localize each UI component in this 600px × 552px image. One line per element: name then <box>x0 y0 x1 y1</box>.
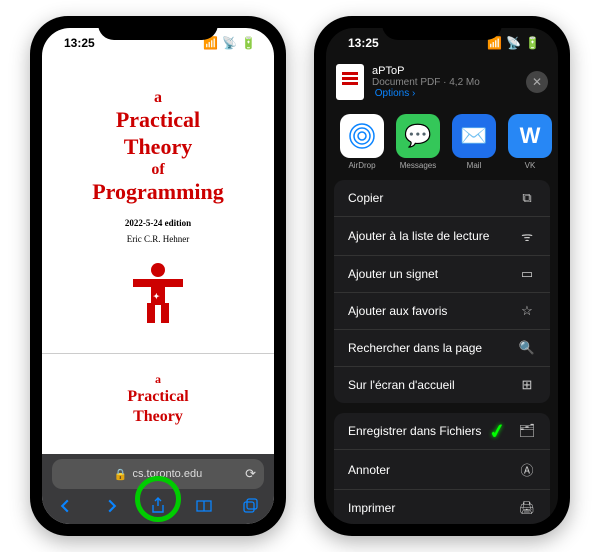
doc-meta: Document PDF · 4,2 Mo <box>372 77 480 88</box>
title-word-of: of <box>42 160 274 179</box>
messages-icon: 💬 <box>396 114 440 158</box>
status-icons: 📶 📡 🔋 <box>203 36 256 50</box>
share-header: aPToP Document PDF · 4,2 Mo Options › ✕ <box>326 58 558 106</box>
action-row[interactable]: Ajouter aux favoris ☆ <box>334 292 550 329</box>
action-icon: ᯤ <box>518 227 536 245</box>
action-row[interactable]: Rechercher dans la page 🔍 <box>334 329 550 366</box>
vk-icon: W <box>508 114 552 158</box>
tabs-button[interactable] <box>240 495 262 517</box>
title-practical: Practical <box>42 107 274 133</box>
action-icon: Ⓐ <box>518 460 536 479</box>
action-icon: ▭ <box>518 266 536 282</box>
mail-icon: ✉️ <box>452 114 496 158</box>
lock-icon: 🔒 <box>114 468 128 481</box>
app-mail[interactable]: ✉️ Mail <box>452 114 496 170</box>
title-word-a: a <box>42 88 274 107</box>
notch <box>98 16 218 40</box>
screen-safari: 13:25 📶 📡 🔋 a Practical Theory of Progra… <box>42 28 274 524</box>
pdf-page-2: a Practical Theory <box>42 353 274 427</box>
app-messages[interactable]: 💬 Messages <box>396 114 440 170</box>
action-icon: ⧉ <box>518 190 536 206</box>
safari-bottom-bar: 🔒 cs.toronto.edu ⟳ <box>42 454 274 524</box>
forward-button[interactable] <box>101 495 123 517</box>
share-button[interactable] <box>147 495 169 517</box>
action-icon: 🔍 <box>518 340 536 356</box>
action-icon: 🗂 <box>518 423 536 439</box>
app-airdrop[interactable]: AirDrop <box>340 114 384 170</box>
action-row[interactable]: Ajouter à la liste de lecture ᯤ <box>334 216 550 255</box>
url-text: cs.toronto.edu <box>132 468 202 480</box>
notch <box>382 16 502 40</box>
title-programming: Programming <box>42 179 274 205</box>
action-label: Enregistrer dans Fichiers <box>348 424 481 438</box>
action-label: Ajouter à la liste de lecture <box>348 229 489 243</box>
title-theory: Theory <box>42 134 274 160</box>
action-label: Ajouter aux favoris <box>348 304 447 318</box>
action-label: Rechercher dans la page <box>348 341 482 355</box>
action-label: Copier <box>348 191 383 205</box>
status-icons: 📶 📡 🔋 <box>487 36 540 50</box>
battery-icon: 🔋 <box>525 36 540 50</box>
action-row[interactable]: Imprimer 🖨 <box>334 489 550 524</box>
wifi-icon: 📡 <box>222 36 237 50</box>
checkmark-annotation: ✓ <box>488 417 508 444</box>
inukshuk-figure: ✦ <box>133 263 183 323</box>
share-apps-row[interactable]: AirDrop 💬 Messages ✉️ Mail W VK <box>326 106 558 180</box>
options-link[interactable]: Options › <box>375 88 416 99</box>
iphone-left: 13:25 📶 📡 🔋 a Practical Theory of Progra… <box>30 16 286 536</box>
action-label: Imprimer <box>348 501 395 515</box>
status-time: 13:25 <box>64 36 95 50</box>
safari-content[interactable]: a Practical Theory of Programming 2022-5… <box>42 58 274 454</box>
action-row[interactable]: Sur l'écran d'accueil ⊞ <box>334 366 550 403</box>
action-icon: ⊞ <box>518 377 536 393</box>
actions-group-2: Enregistrer dans Fichiers ✓ 🗂 Annoter Ⓐ Impri… <box>334 413 550 524</box>
screen-share-sheet: 13:25 📶 📡 🔋 aPToP Document PDF · 4,2 Mo … <box>326 28 558 524</box>
action-icon: ☆ <box>518 303 536 319</box>
actions-group-1: Copier⧉Ajouter à la liste de lectureᯤAjo… <box>334 180 550 403</box>
author-text: Eric C.R. Hehner <box>42 234 274 245</box>
status-time: 13:25 <box>348 36 379 50</box>
airdrop-icon <box>340 114 384 158</box>
back-button[interactable] <box>54 495 76 517</box>
battery-icon: 🔋 <box>241 36 256 50</box>
bookmarks-button[interactable] <box>193 495 215 517</box>
reload-icon[interactable]: ⟳ <box>245 466 256 482</box>
action-label: Sur l'écran d'accueil <box>348 378 455 392</box>
pdf-cover-page: a Practical Theory of Programming 2022-5… <box>42 58 274 323</box>
action-label: Ajouter un signet <box>348 267 438 281</box>
action-row[interactable]: Enregistrer dans Fichiers ✓ 🗂 <box>334 413 550 449</box>
action-row[interactable]: Annoter Ⓐ <box>334 449 550 489</box>
address-bar[interactable]: 🔒 cs.toronto.edu ⟳ <box>52 459 264 489</box>
action-row[interactable]: Copier ⧉ <box>334 180 550 216</box>
safari-toolbar <box>42 490 274 522</box>
doc-name: aPToP <box>372 65 518 77</box>
app-vk[interactable]: W VK <box>508 114 552 170</box>
wifi-icon: 📡 <box>506 36 521 50</box>
action-row[interactable]: Ajouter un signet ▭ <box>334 255 550 292</box>
doc-info: aPToP Document PDF · 4,2 Mo Options › <box>372 65 518 99</box>
action-label: Annoter <box>348 463 390 477</box>
iphone-right: 13:25 📶 📡 🔋 aPToP Document PDF · 4,2 Mo … <box>314 16 570 536</box>
close-button[interactable]: ✕ <box>526 71 548 93</box>
doc-thumbnail <box>336 64 364 100</box>
edition-text: 2022-5-24 edition <box>42 218 274 229</box>
action-icon: 🖨 <box>518 500 536 516</box>
